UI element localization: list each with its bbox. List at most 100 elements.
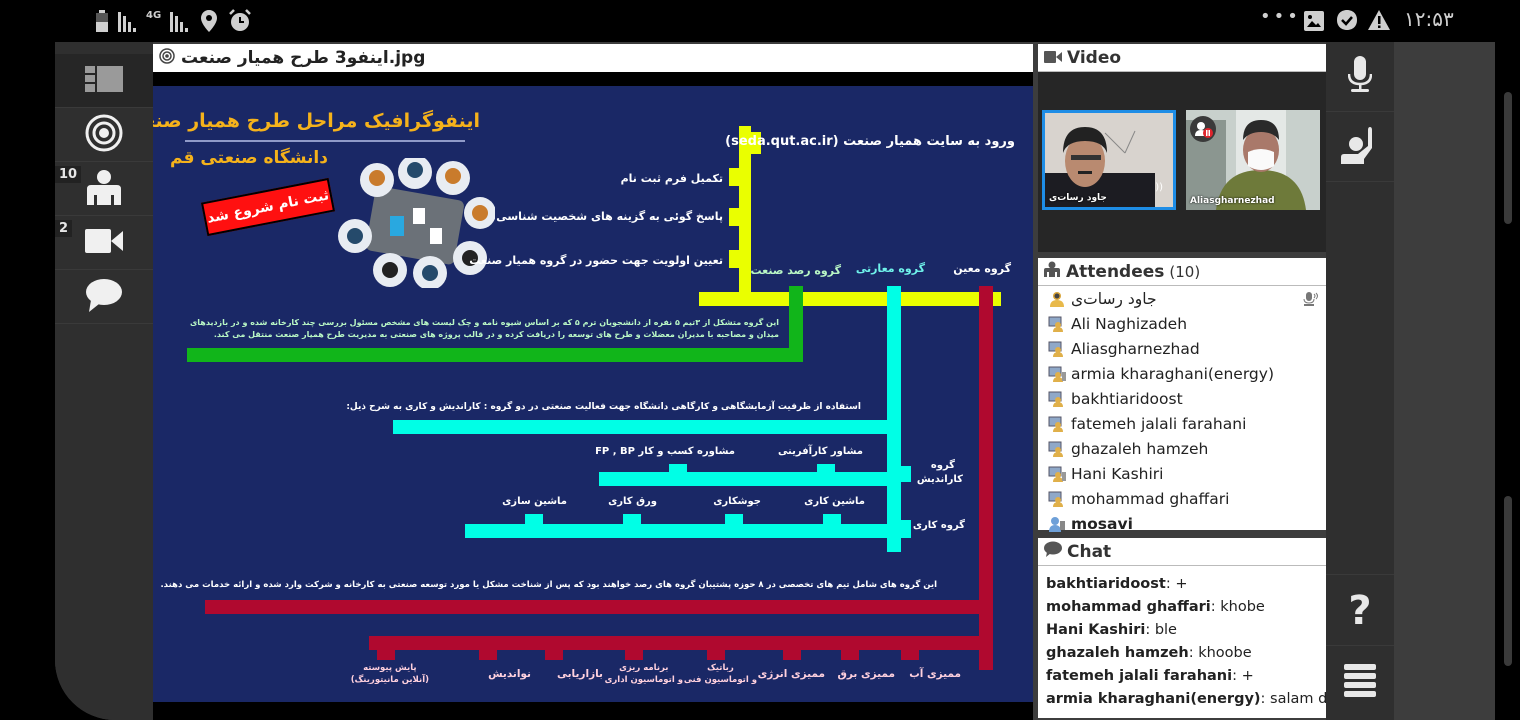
- attendee-name: mohammad ghaffari: [1071, 489, 1230, 508]
- raise-hand-icon: [1341, 126, 1379, 168]
- step-1: ورود به سایت همیار صنعت (seda.qut.ac.ir): [725, 134, 1015, 149]
- moein-item: پایش پیوسته (آنلاین مانیتورینگ): [351, 662, 429, 686]
- kari-tick: [823, 514, 841, 524]
- chat-bubble-icon: [85, 278, 123, 316]
- warning-icon: [1368, 10, 1390, 35]
- raise-hand-button[interactable]: [1326, 112, 1394, 182]
- video-tile-2[interactable]: Aliasgharnezhad: [1186, 110, 1320, 210]
- attendee-name: ghazaleh hamzeh: [1071, 439, 1209, 458]
- moein-item: برنامه ریزی و اتوماسیون اداری: [605, 662, 683, 686]
- attendee-row[interactable]: جاود رسات‌ی: [1038, 286, 1326, 311]
- attendee-row[interactable]: Aliasgharnezhad: [1038, 336, 1326, 361]
- chat-separator: :: [1188, 644, 1199, 661]
- kari-tick: [525, 514, 543, 524]
- step-connector: [729, 168, 739, 186]
- moein-bar: [205, 600, 985, 614]
- person-icon: [87, 169, 121, 209]
- chat-message: Hani Kashiri: ble: [1038, 618, 1326, 641]
- microphone-button[interactable]: [1326, 42, 1394, 112]
- attendee-icon: [1048, 466, 1071, 482]
- video-tile-1[interactable]: جاود رسات‌ی )): [1042, 110, 1176, 210]
- rasad-desc-1: این گروه متشکل از ۳تیم ۵ نفره از دانشجوی…: [189, 318, 779, 327]
- clock: ۱۲:۵۳: [1404, 7, 1454, 31]
- karandish-item-1: مشاور کارآفرینی: [777, 446, 863, 457]
- layout-button[interactable]: [55, 54, 153, 108]
- menu-button[interactable]: [1326, 646, 1394, 720]
- meeting-illustration: [335, 155, 496, 290]
- moein-item-line1: نواندیش: [488, 668, 531, 680]
- chat-message: mohammad ghaffari: khobe: [1038, 595, 1326, 618]
- attendee-icon: [1048, 316, 1071, 332]
- broadcast-button[interactable]: [55, 108, 153, 162]
- attendee-row[interactable]: mosavi: [1038, 511, 1326, 536]
- attendee-row[interactable]: Hani Kashiri: [1038, 461, 1326, 486]
- attendee-name: Hani Kashiri: [1071, 464, 1164, 483]
- group-rasad-label: گروه رصد صنعت: [750, 264, 841, 277]
- attendees-header: Attendees (10): [1038, 258, 1326, 286]
- moein-item-line1: رباتیک: [707, 663, 734, 673]
- moein-item-line2: (آنلاین مانیتورینگ): [350, 675, 429, 685]
- layout-icon: [85, 65, 123, 96]
- moein-item-line1: ممیزی آب: [909, 668, 961, 680]
- rasad-bar: [187, 348, 803, 362]
- attendee-row[interactable]: ghazaleh hamzeh: [1038, 436, 1326, 461]
- slide-image: اینفوگرافیک مراحل طرح همیار صنعت دانشگاه…: [153, 86, 1033, 702]
- chat-header-icon: [1044, 541, 1062, 562]
- chat-messages[interactable]: bakhtiaridoost: + mohammad ghaffari: khob…: [1038, 566, 1326, 710]
- chat-nav-button[interactable]: [55, 270, 153, 324]
- meamari-bar: [393, 420, 893, 434]
- attendee-name: fatemeh jalali farahani: [1071, 414, 1247, 433]
- network-type: 4G: [146, 10, 162, 21]
- attendee-name: Ali Naghizadeh: [1071, 314, 1188, 333]
- chat-message: fatemeh jalali farahani: +: [1038, 664, 1326, 687]
- step-2: تکمیل فرم ثبت نام: [620, 172, 723, 185]
- moein-item-line2: و اتوماسیون فنی: [683, 675, 757, 685]
- chat-text: khobe: [1220, 598, 1265, 615]
- meamari-branch: [887, 286, 901, 552]
- attendee-row[interactable]: mohammad ghaffari: [1038, 486, 1326, 511]
- attendees-panel: Attendees (10) جاود رسات‌ی Ali Naghizadeh…: [1038, 258, 1326, 533]
- video-count-badge: 2: [55, 220, 73, 237]
- moein-desc: این گروه های شامل تیم های تخصصی در ۸ حوز…: [160, 580, 937, 590]
- video-panel-title: Video: [1067, 47, 1122, 68]
- broadcast-small-icon: [159, 47, 175, 69]
- moein-item-line2: و اتوماسیون اداری: [604, 675, 683, 685]
- chat-sender: mohammad ghaffari: [1046, 598, 1211, 615]
- broadcast-icon: [85, 114, 123, 156]
- microphone-icon: [1347, 55, 1373, 98]
- step-connector: [729, 250, 739, 268]
- moein-item: بازاریابی: [557, 668, 603, 680]
- attendees-button[interactable]: 10: [55, 162, 153, 216]
- attendees-count: (10): [1169, 262, 1201, 281]
- chat-separator: :: [1232, 667, 1242, 684]
- attendee-row[interactable]: Ali Naghizadeh: [1038, 311, 1326, 336]
- battery-icon: [96, 10, 108, 37]
- video-nav-button[interactable]: 2: [55, 216, 153, 270]
- page-scrollbar-lower[interactable]: [1504, 496, 1512, 666]
- chat-sender: fatemeh jalali farahani: [1046, 667, 1233, 684]
- meamari-desc: استفاده از ظرفیت آزمایشگاهی و کارگاهی دا…: [346, 402, 861, 412]
- group-moein-label: گروه معین: [953, 262, 1011, 275]
- attendee-row[interactable]: fatemeh jalali farahani: [1038, 411, 1326, 436]
- register-badge: ثبت نام شروع شد: [200, 177, 336, 237]
- kari-label: گروه کاری: [912, 520, 965, 531]
- right-nav-spacer: [1326, 182, 1394, 575]
- video-tile-1-name: جاود رسات‌ی: [1049, 193, 1107, 203]
- karandish-tick: [669, 464, 687, 472]
- page-scrollbar[interactable]: [1504, 92, 1512, 224]
- moein-item-line1: ممیزی برق: [837, 668, 896, 680]
- attendee-row[interactable]: bakhtiaridoost: [1038, 386, 1326, 411]
- attendee-icon: [1048, 291, 1071, 307]
- chat-message: bakhtiaridoost: +: [1038, 572, 1326, 595]
- moein-item: ممیزی آب: [909, 668, 961, 680]
- help-button[interactable]: ?: [1326, 576, 1394, 646]
- chat-text: +: [1175, 575, 1188, 592]
- attendees-list[interactable]: جاود رسات‌ی Ali Naghizadeh Aliasgharnezhad…: [1038, 286, 1326, 536]
- moein-item-tick: [545, 650, 563, 660]
- attendee-row[interactable]: armia kharaghani(energy): [1038, 361, 1326, 386]
- slide-subtitle: دانشگاه صنعتی قم: [170, 148, 328, 168]
- attendee-icon: [1048, 391, 1071, 407]
- menu-icon: [1344, 664, 1376, 702]
- register-badge-text: ثبت نام شروع شد: [205, 187, 331, 227]
- moein-item-tick: [625, 650, 643, 660]
